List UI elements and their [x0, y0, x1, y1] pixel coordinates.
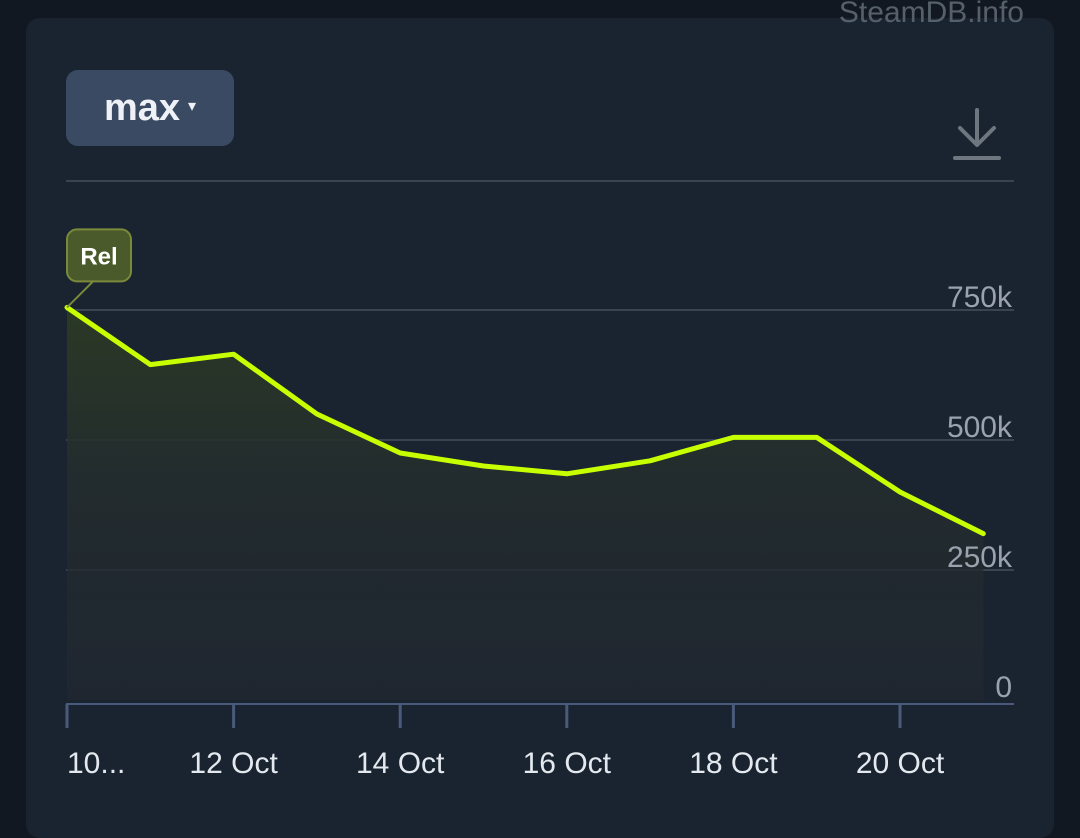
x-tick-label: 20 Oct — [856, 747, 945, 780]
y-tick-label: 0 — [995, 671, 1012, 704]
x-tick-label: 12 Oct — [189, 747, 278, 780]
y-tick-label: 250k — [947, 541, 1013, 574]
x-tick-label: 18 Oct — [689, 747, 778, 780]
annotation-label: Rel — [80, 243, 117, 270]
chart-card: SteamDB.info max ▾ 0 250k 500k 750k 10... 12 … — [26, 0, 1054, 838]
x-tick-label: 16 Oct — [523, 747, 612, 780]
y-tick-label: 750k — [947, 281, 1013, 314]
y-tick-label: 500k — [947, 411, 1013, 444]
x-tick-label: 10... — [67, 747, 125, 780]
series-area — [67, 307, 984, 700]
annotation-connector — [66, 280, 94, 309]
x-tick-label: 14 Oct — [356, 747, 445, 780]
player-count-chart: 0 250k 500k 750k 10... 12 Oct 14 Oct 16 Oct 18 O… — [64, 180, 1014, 780]
